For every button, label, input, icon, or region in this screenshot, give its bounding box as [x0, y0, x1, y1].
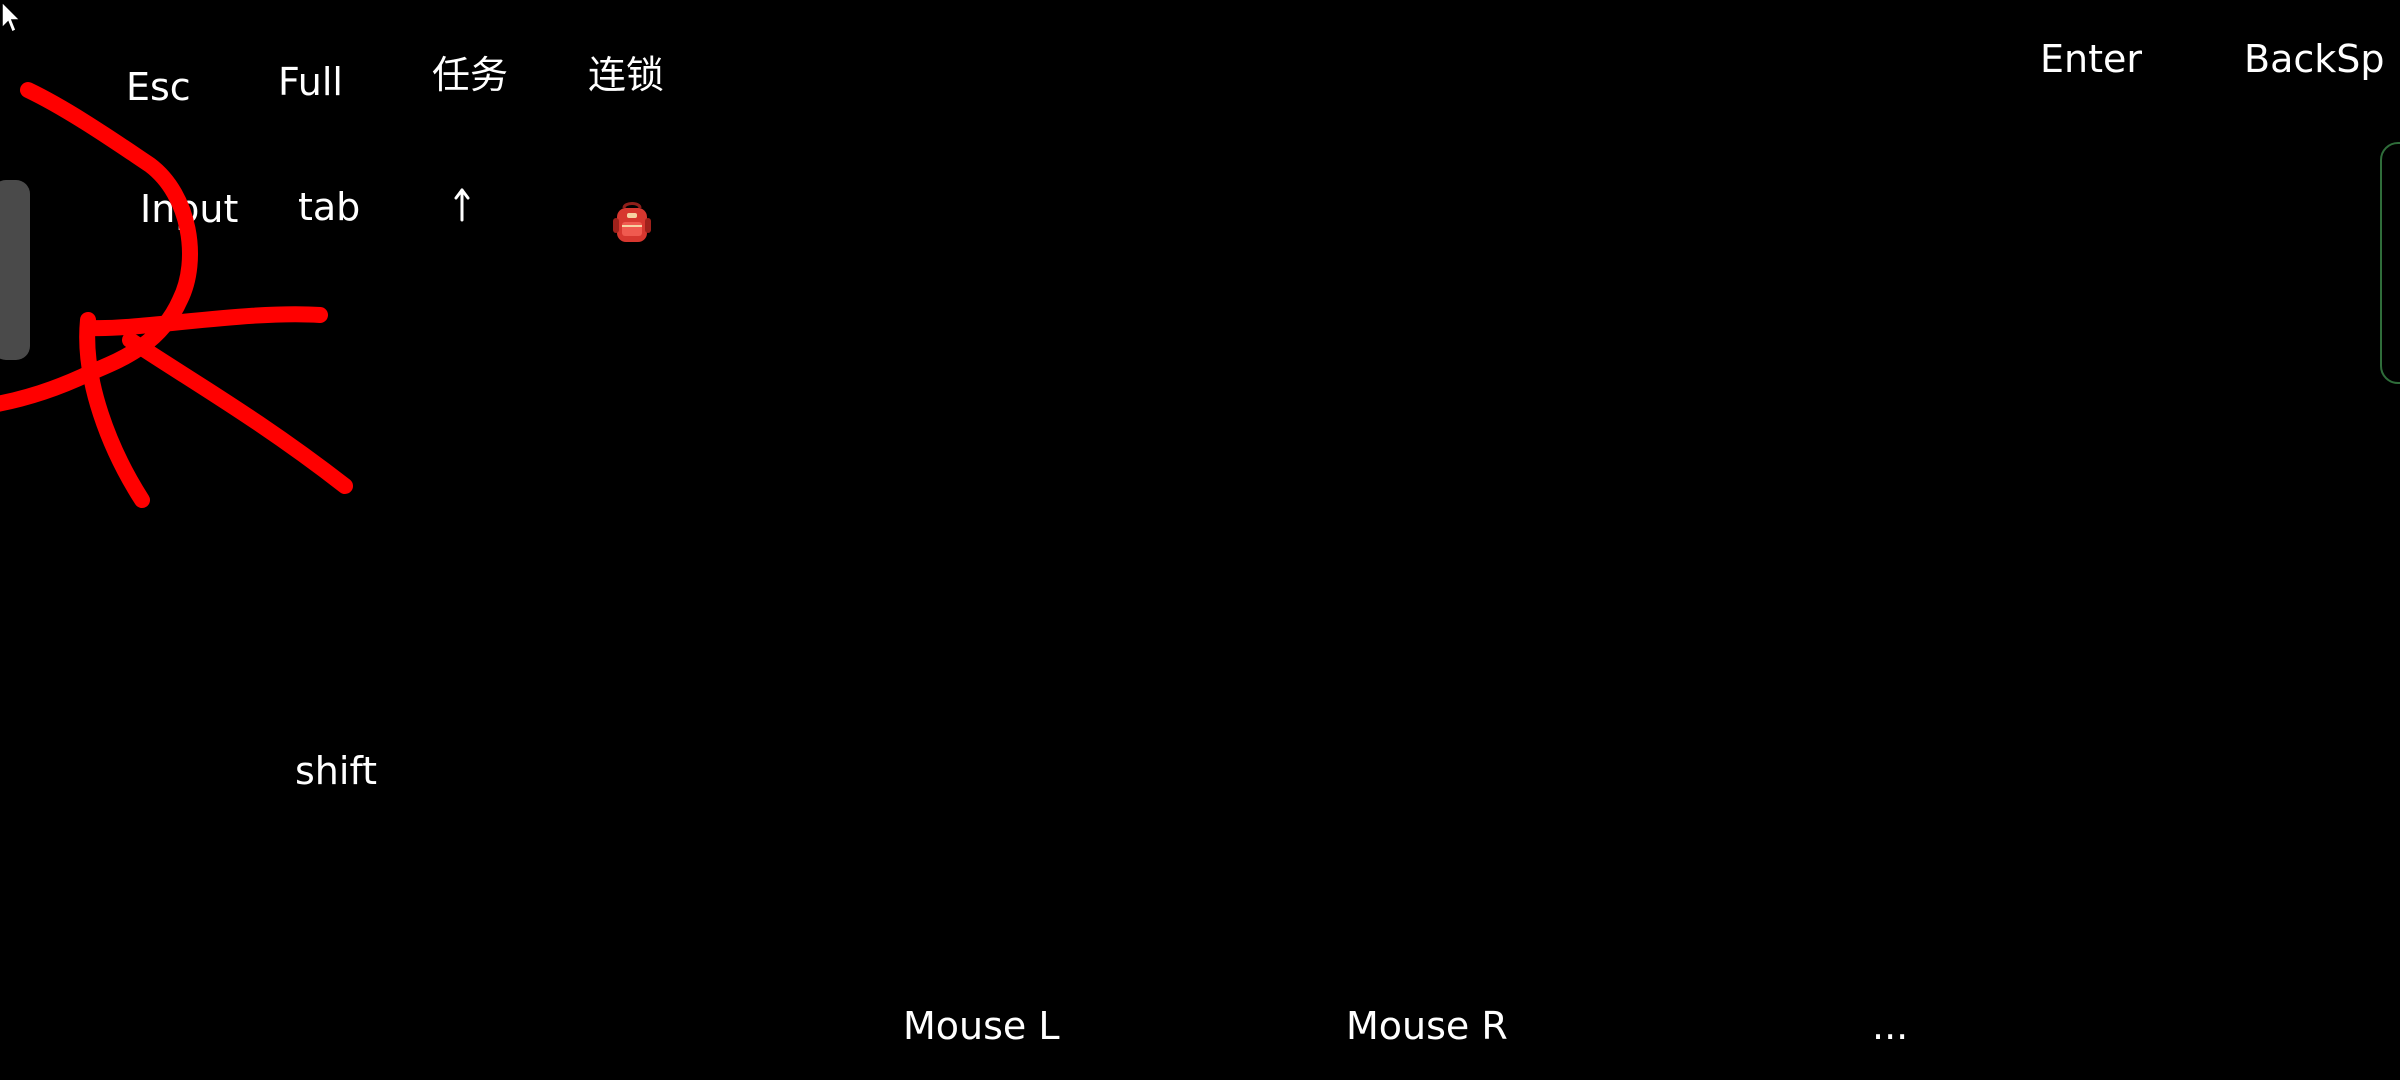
right-panel-handle[interactable] [2380, 142, 2400, 384]
left-panel-handle[interactable] [0, 180, 30, 360]
more-options-button[interactable]: ... [1872, 1007, 1908, 1045]
shift-key[interactable]: shift [295, 752, 377, 790]
backpack-icon[interactable] [608, 198, 656, 246]
arrow-up-icon[interactable] [452, 186, 472, 226]
mouse-cursor-icon [1, 0, 22, 34]
mouse-left-button[interactable]: Mouse L [903, 1007, 1060, 1045]
red-annotation-stroke [0, 82, 353, 508]
tab-key[interactable]: tab [298, 188, 360, 226]
combo-key[interactable]: 连锁 [588, 56, 664, 94]
input-key[interactable]: Input [140, 190, 238, 228]
backspace-key[interactable]: BackSp [2244, 40, 2385, 78]
enter-key[interactable]: Enter [2040, 40, 2142, 78]
fullscreen-key[interactable]: Full [278, 63, 343, 101]
task-key[interactable]: 任务 [432, 56, 508, 94]
mouse-right-button[interactable]: Mouse R [1346, 1007, 1508, 1045]
esc-key[interactable]: Esc [126, 68, 191, 106]
